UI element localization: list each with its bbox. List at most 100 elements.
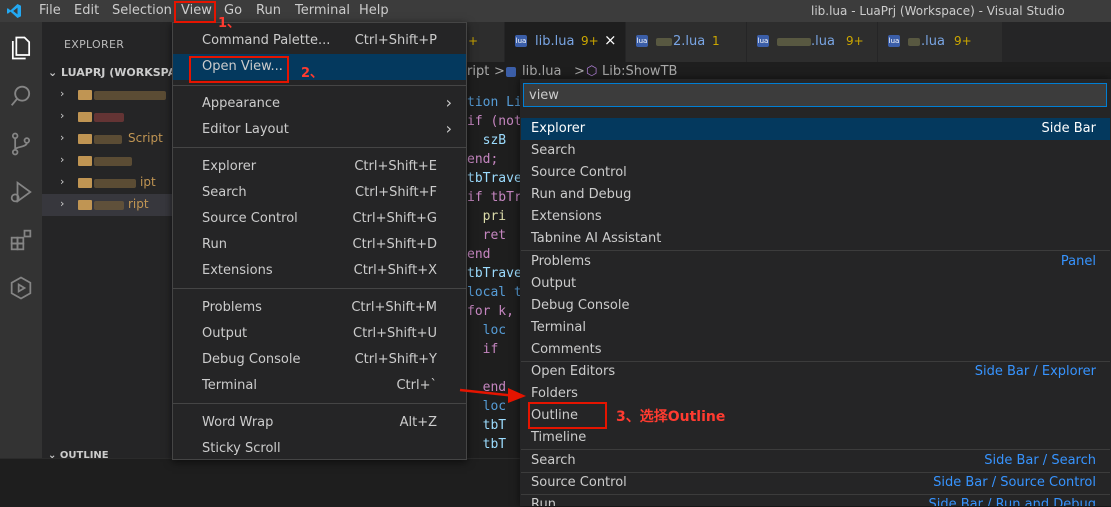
remote-explorer-icon[interactable]	[7, 274, 35, 302]
quick-open-item[interactable]: Comments	[521, 339, 1110, 361]
quick-open-item[interactable]: Debug Console	[521, 295, 1110, 317]
menu-item-problems[interactable]: Problems Ctrl+Shift+M	[173, 295, 466, 321]
workspace-header[interactable]: ⌄ LUAPRJ (WORKSPACE)	[48, 66, 172, 79]
explorer-files-icon[interactable]	[7, 34, 35, 62]
menu-item-editor-layout[interactable]: Editor Layout ›	[173, 117, 466, 143]
menu-edit[interactable]: Edit	[68, 0, 105, 22]
quick-open-item[interactable]: Source Control	[521, 162, 1110, 184]
view-menu-dropdown: Command Palette... Ctrl+Shift+P Open Vie…	[172, 22, 467, 460]
explorer-sidebar: EXPLORER ⌄ LUAPRJ (WORKSPACE) › › › Scri…	[42, 22, 172, 506]
menu-item-appearance[interactable]: Appearance ›	[173, 91, 466, 117]
tab-3-lua[interactable]: lua .lua 9+	[747, 22, 877, 62]
quick-open-item[interactable]: Extensions	[521, 206, 1110, 228]
menu-item-shortcut: Ctrl+Shift+Y	[354, 352, 437, 367]
chevron-right-icon: ›	[60, 131, 65, 144]
menu-item-output[interactable]: Output Ctrl+Shift+U	[173, 321, 466, 347]
quick-open-item-label: Run and Debug	[531, 187, 632, 202]
menu-file[interactable]: File	[33, 0, 67, 22]
blurred-name	[94, 91, 166, 100]
source-control-icon[interactable]	[7, 130, 35, 158]
annotation-box-open-view	[189, 56, 289, 83]
run-debug-icon[interactable]	[7, 178, 35, 206]
menu-item-debug-console[interactable]: Debug Console Ctrl+Shift+Y	[173, 347, 466, 373]
tree-folder-2[interactable]: ›	[42, 106, 172, 128]
menu-item-shortcut: Ctrl+Shift+P	[354, 33, 437, 48]
menu-item-label: Debug Console	[202, 352, 301, 367]
menu-item-shortcut: Ctrl+Shift+D	[352, 237, 437, 252]
tab-4-lua[interactable]: lua .lua 9+	[878, 22, 1002, 62]
quick-open-item[interactable]: Run and Debug	[521, 184, 1110, 206]
tab-partial[interactable]: +	[464, 22, 504, 62]
tree-folder-4[interactable]: ›	[42, 150, 172, 172]
search-icon[interactable]	[7, 82, 35, 110]
quick-open-item[interactable]: Search Side Bar / Search	[521, 450, 1110, 472]
chevron-right-icon: ›	[60, 87, 65, 100]
quick-open-item[interactable]: Folders	[521, 383, 1110, 405]
lua-file-icon: lua	[757, 35, 769, 47]
code-line: tbT	[467, 418, 507, 433]
quick-open-item-label: Timeline	[531, 430, 587, 445]
menu-item-terminal[interactable]: Terminal Ctrl+`	[173, 373, 466, 399]
menu-item-run[interactable]: Run Ctrl+Shift+D	[173, 232, 466, 258]
menu-run[interactable]: Run	[250, 0, 287, 22]
quick-open-item-category: Side Bar / Run and Debug	[928, 497, 1096, 506]
quick-open-item-label: Terminal	[531, 320, 586, 335]
code-line: tbT	[467, 437, 507, 452]
quick-open-item-outline[interactable]: Outline	[521, 405, 1110, 427]
menu-item-word-wrap[interactable]: Word Wrap Alt+Z	[173, 410, 466, 436]
menu-item-shortcut: Ctrl+Shift+G	[352, 211, 437, 226]
menu-item-sticky-scroll[interactable]: Sticky Scroll	[173, 436, 466, 462]
quick-open-item-label: Search	[531, 453, 576, 468]
chevron-right-icon: ›	[60, 175, 65, 188]
tree-folder-1[interactable]: ›	[42, 84, 172, 106]
menu-item-shortcut: Ctrl+`	[396, 378, 437, 393]
breadcrumb-separator: >	[494, 64, 505, 79]
menu-item-label: Sticky Scroll	[202, 441, 281, 456]
vscode-logo-icon	[7, 4, 21, 18]
quick-open-item[interactable]: Source Control Side Bar / Source Control	[521, 472, 1110, 494]
code-line: if (not	[467, 114, 522, 129]
menu-item-label: Appearance	[202, 96, 281, 111]
menu-item-explorer[interactable]: Explorer Ctrl+Shift+E	[173, 154, 466, 180]
menu-item-label: Explorer	[202, 159, 257, 174]
close-icon[interactable]: ×	[604, 31, 617, 49]
menu-selection[interactable]: Selection	[106, 0, 178, 22]
quick-open-widget: Explorer Side Bar Search Source Control …	[520, 79, 1111, 506]
quick-open-item[interactable]: Run Side Bar / Run and Debug	[521, 494, 1110, 506]
breadcrumb-folder[interactable]: ript	[467, 64, 489, 79]
menu-item-shortcut: Ctrl+Shift+E	[354, 159, 437, 174]
menu-item-label: Extensions	[202, 263, 273, 278]
extensions-icon[interactable]	[7, 226, 35, 254]
quick-open-item[interactable]: Timeline	[521, 427, 1110, 449]
tab-name: lib.lua	[535, 34, 575, 49]
menu-help[interactable]: Help	[353, 0, 395, 22]
menu-item-shortcut: Ctrl+Shift+F	[355, 185, 437, 200]
quick-open-item[interactable]: Search	[521, 140, 1110, 162]
code-line: local t	[467, 285, 522, 300]
menu-item-search[interactable]: Search Ctrl+Shift+F	[173, 180, 466, 206]
folder-icon	[78, 134, 92, 144]
breadcrumb-file[interactable]: lib.lua	[522, 64, 561, 79]
quick-open-item[interactable]: Output	[521, 273, 1110, 295]
menu-item-label: Word Wrap	[202, 415, 274, 430]
quick-open-item-label: Comments	[531, 342, 602, 357]
menu-item-extensions[interactable]: Extensions Ctrl+Shift+X	[173, 258, 466, 284]
menu-item-source-control[interactable]: Source Control Ctrl+Shift+G	[173, 206, 466, 232]
quick-open-input[interactable]	[523, 83, 1107, 107]
tab-badge: 9+	[846, 34, 864, 48]
tree-folder-3[interactable]: › Script	[42, 128, 172, 150]
quick-open-item[interactable]: Tabnine AI Assistant	[521, 228, 1110, 250]
tree-folder-6[interactable]: › ript	[42, 194, 172, 216]
menu-item-label: Output	[202, 326, 248, 341]
tab-2-lua[interactable]: lua 2.lua 1	[626, 22, 746, 62]
breadcrumb-symbol[interactable]: Lib:ShowTB	[602, 64, 677, 79]
quick-open-item[interactable]: Terminal	[521, 317, 1110, 339]
quick-open-item[interactable]: Problems Panel	[521, 251, 1110, 273]
folder-name-fragment: ipt	[140, 175, 156, 189]
tree-folder-5[interactable]: › ipt	[42, 172, 172, 194]
quick-open-item[interactable]: Explorer Side Bar	[521, 118, 1110, 140]
menu-terminal[interactable]: Terminal	[289, 0, 356, 22]
menu-item-command-palette[interactable]: Command Palette... Ctrl+Shift+P	[173, 28, 466, 54]
quick-open-item[interactable]: Open Editors Side Bar / Explorer	[521, 361, 1110, 383]
tab-lib-lua[interactable]: lua lib.lua 9+ ×	[505, 22, 625, 62]
